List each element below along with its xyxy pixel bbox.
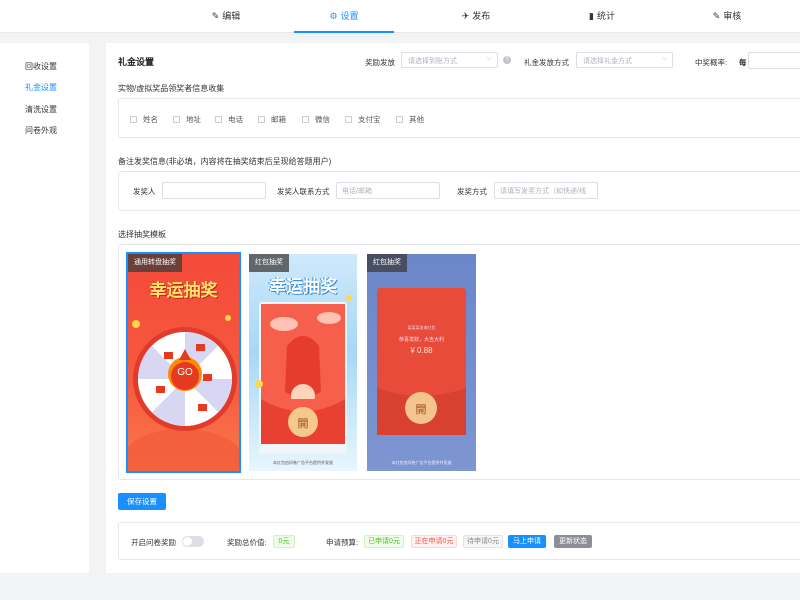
checkbox-square <box>345 116 352 123</box>
checkbox-alipay[interactable]: 支付宝 <box>345 114 381 125</box>
redpacket-scene-illustration <box>255 295 352 454</box>
win-rate-input[interactable] <box>748 52 800 69</box>
sidebar: 回收设置 礼金设置 清洗设置 问卷外观 <box>0 43 89 573</box>
settings-icon: ⚙ <box>329 11 338 21</box>
open-button-label: 開 <box>297 418 309 430</box>
help-icon[interactable]: ? <box>503 56 511 64</box>
save-button[interactable]: 保存设置 <box>118 493 166 510</box>
contact-placeholder: 电话/邮箱 <box>342 188 372 195</box>
award-select[interactable]: 请选择到账方式 ⌵ <box>401 52 498 68</box>
total-value: 0元 <box>273 535 295 548</box>
review-icon: ✎ <box>712 11 721 21</box>
template-footer: 本红包由问卷广告平台提供并发放 <box>391 460 452 465</box>
template-card-redpacket-simple[interactable]: 红包抽奖 某某某发来红包 恭喜发财，大吉大利 ¥ 0.88 開 本红包由问卷广告… <box>367 254 476 471</box>
award-select-placeholder: 请选择到账方式 <box>408 58 457 65</box>
enable-toggle[interactable] <box>182 536 204 547</box>
budget-label: 申请预算: <box>326 538 359 547</box>
checkbox-square <box>173 116 180 123</box>
sidebar-item-cleaning[interactable]: 清洗设置 <box>25 104 57 115</box>
checkbox-square <box>302 116 309 123</box>
award-label: 奖励发放 <box>365 58 395 67</box>
gift-method-label: 礼金发放方式 <box>524 58 569 67</box>
applied-badge: 已申请0元 <box>364 535 404 548</box>
wheel-illustration <box>128 315 239 471</box>
checkbox-square <box>215 116 222 123</box>
template-tag: 通用转盘抽奖 <box>128 254 182 272</box>
checkbox-label: 电话 <box>228 115 243 124</box>
win-rate-label: 中奖概率: <box>695 58 728 67</box>
tab-settings[interactable]: ⚙ 设置 <box>289 0 399 33</box>
contact-label: 发奖人联系方式 <box>277 187 330 196</box>
apply-now-button[interactable]: 马上申请 <box>508 535 546 548</box>
chevron-down-icon: ⌵ <box>486 55 492 62</box>
checkbox-phone[interactable]: 电话 <box>215 114 243 125</box>
checkbox-label: 地址 <box>186 115 201 124</box>
awarder-input[interactable] <box>162 182 266 199</box>
win-rate-prefix: 每 <box>739 58 747 67</box>
tab-stats[interactable]: ▮ 统计 <box>547 0 657 33</box>
chevron-down-icon: ⌵ <box>661 55 667 62</box>
refresh-status-button[interactable]: 更新状态 <box>554 535 592 548</box>
template-footer: 本红包由问卷广告平台提供并发放 <box>273 460 333 465</box>
checkbox-address[interactable]: 地址 <box>173 114 201 125</box>
contact-input[interactable]: 电话/邮箱 <box>336 182 440 199</box>
checkbox-email[interactable]: 邮箱 <box>258 114 286 125</box>
enable-label: 开启问卷奖励 <box>131 538 176 547</box>
edit-icon: ✎ <box>211 11 220 21</box>
sidebar-item-appearance[interactable]: 问卷外观 <box>25 125 57 136</box>
publish-icon: ✈ <box>461 11 470 21</box>
checkbox-label: 支付宝 <box>358 115 381 124</box>
sidebar-item-gift[interactable]: 礼金设置 <box>25 82 57 93</box>
checkbox-label: 其他 <box>409 115 424 124</box>
bar-chart-icon: ▮ <box>589 11 594 21</box>
applying-badge: 正在申请0元 <box>411 535 457 548</box>
toggle-knob <box>183 537 192 546</box>
awarder-label: 发奖人 <box>133 187 156 196</box>
checkbox-name[interactable]: 姓名 <box>130 114 158 125</box>
checkbox-label: 邮箱 <box>271 115 286 124</box>
method-placeholder: 请填写发奖方式（如快递/线 <box>500 188 586 195</box>
checkbox-square <box>396 116 403 123</box>
note-title: 备注发奖信息(非必填，内容将在抽奖结束后呈现给答题用户) <box>118 157 332 166</box>
checkbox-square <box>258 116 265 123</box>
template-tag: 红包抽奖 <box>367 254 407 272</box>
checkbox-label: 姓名 <box>143 115 158 124</box>
redpacket-illustration <box>377 288 466 435</box>
sidebar-item-collection[interactable]: 回收设置 <box>25 61 57 72</box>
checkbox-label: 微信 <box>315 115 330 124</box>
gift-method-placeholder: 请选择礼金方式 <box>583 58 632 65</box>
method-label: 发奖方式 <box>457 187 487 196</box>
open-button-label: 開 <box>415 404 427 416</box>
method-input[interactable]: 请填写发奖方式（如快递/线 <box>494 182 598 199</box>
amount-text: ¥ 0.88 <box>410 346 433 355</box>
tab-publish-label: 发布 <box>472 11 491 21</box>
pending-badge: 待申请0元 <box>463 535 503 548</box>
tab-settings-label: 设置 <box>340 11 359 21</box>
page-title: 礼金设置 <box>118 57 155 67</box>
template-title: 选择抽奖模板 <box>118 230 166 239</box>
tab-review-label: 审核 <box>723 11 742 21</box>
total-label: 奖励总价值: <box>227 538 267 547</box>
template-card-redpacket-scene[interactable]: 红包抽奖 幸运抽奖 開 本红包由问卷广告平台提供并发放 <box>249 254 357 471</box>
checkbox-other[interactable]: 其他 <box>396 114 424 125</box>
checkbox-square <box>130 116 137 123</box>
tab-edit[interactable]: ✎ 编辑 <box>171 0 281 33</box>
template-card-wheel[interactable]: 通用转盘抽奖 幸运抽奖 GO <box>126 252 241 473</box>
tab-edit-label: 编辑 <box>222 11 241 21</box>
tab-stats-label: 统计 <box>596 11 615 21</box>
checkbox-wechat[interactable]: 微信 <box>302 114 330 125</box>
greeting-text: 恭喜发财，大吉大利 <box>398 337 444 343</box>
tab-review[interactable]: ✎ 审核 <box>672 0 782 33</box>
template-tag: 红包抽奖 <box>249 254 289 272</box>
reward-bar <box>118 522 800 560</box>
sender-text: 某某某发来红包 <box>407 325 436 330</box>
tab-publish[interactable]: ✈ 发布 <box>421 0 531 33</box>
go-button-label: GO <box>177 367 193 378</box>
top-nav: ✎ 编辑 ⚙ 设置 ✈ 发布 ▮ 统计 ✎ 审核 <box>0 0 800 33</box>
collect-title: 实物/虚拟奖品领奖者信息收集 <box>118 84 225 93</box>
gift-method-select[interactable]: 请选择礼金方式 ⌵ <box>576 52 673 68</box>
